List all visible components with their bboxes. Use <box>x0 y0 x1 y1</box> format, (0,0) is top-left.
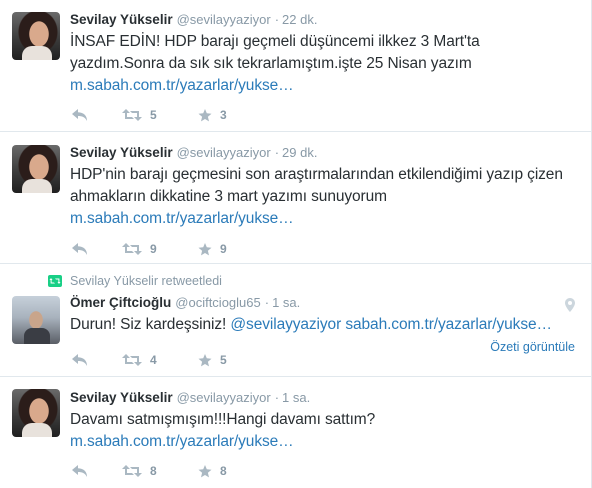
tweet-header: Sevilay Yükselir @sevilayyaziyor · 22 dk. <box>70 11 577 29</box>
tweet[interactable]: Sevilay Yükselir @sevilayyaziyor · 22 dk. İ… <box>0 0 591 132</box>
favorite-button[interactable]: 5 <box>198 351 227 369</box>
tweet-header: Sevilay Yükselir @sevilayyaziyor · 1 sa. <box>70 389 577 407</box>
timestamp[interactable]: 1 sa. <box>272 295 300 310</box>
star-icon <box>198 464 212 477</box>
tweet-header: Sevilay Yükselir @sevilayyaziyor · 29 dk. <box>70 144 577 162</box>
tweet-text-body: İNSAF EDİN! HDP barajı geçmeli düşüncemi… <box>70 33 480 72</box>
timestamp[interactable]: 29 dk. <box>282 145 317 160</box>
avatar[interactable] <box>12 12 60 60</box>
timestamp[interactable]: 22 dk. <box>282 12 317 27</box>
retweet-count: 4 <box>150 353 157 367</box>
avatar[interactable] <box>12 389 60 437</box>
reply-icon <box>72 354 87 366</box>
star-icon <box>198 242 212 255</box>
username[interactable]: @sevilayyaziyor <box>177 390 271 405</box>
separator: · <box>274 145 280 160</box>
tweet-text: Durun! Siz kardeşsiniz! @sevilayyaziyor … <box>70 314 577 336</box>
tweet[interactable]: Sevilay Yükselir retweetledi Ömer Çiftci… <box>0 264 591 377</box>
tweet-link[interactable]: m.sabah.com.tr/yazarlar/yukse… <box>70 433 294 450</box>
favorite-count: 5 <box>220 353 227 367</box>
tweet-text: HDP'nin barajı geçmesini son araştırmala… <box>70 164 577 230</box>
tweet[interactable]: Sevilay Yükselir @sevilayyaziyor · 1 sa. Da… <box>0 377 591 488</box>
tweet-header: Ömer Çiftcioğlu @ociftcioglu65 · 1 sa. <box>70 294 577 312</box>
favorite-button[interactable]: 9 <box>198 240 227 258</box>
username[interactable]: @sevilayyaziyor <box>177 12 271 27</box>
username[interactable]: @sevilayyaziyor <box>177 145 271 160</box>
reply-button[interactable] <box>72 351 88 369</box>
star-icon <box>198 108 212 121</box>
avatar[interactable] <box>12 296 60 344</box>
retweet-context-icon <box>48 275 62 287</box>
reply-button[interactable] <box>72 106 88 124</box>
retweet-button[interactable]: 4 <box>122 351 157 369</box>
favorite-count: 8 <box>220 464 227 478</box>
view-summary-link[interactable]: Özeti görüntüle <box>490 340 575 354</box>
username[interactable]: @ociftcioglu65 <box>175 295 260 310</box>
retweet-icon <box>122 109 142 121</box>
mention-link[interactable]: @sevilayyaziyor <box>230 316 341 333</box>
favorite-count: 3 <box>220 108 227 122</box>
separator: · <box>274 12 280 27</box>
retweet-icon <box>122 354 142 366</box>
separator: · <box>274 390 280 405</box>
fullname[interactable]: Ömer Çiftcioğlu <box>70 295 171 310</box>
tweet-text-body: HDP'nin barajı geçmesini son araştırmala… <box>70 166 563 205</box>
retweet-icon <box>122 465 142 477</box>
retweet-count: 5 <box>150 108 157 122</box>
tweet-text: İNSAF EDİN! HDP barajı geçmeli düşüncemi… <box>70 31 577 97</box>
retweet-button[interactable]: 5 <box>122 106 157 124</box>
retweet-button[interactable]: 8 <box>122 462 157 480</box>
tweet-text: Davamı satmışmışım!!!Hangi davamı sattım… <box>70 409 577 453</box>
fullname[interactable]: Sevilay Yükselir <box>70 145 173 160</box>
retweet-count: 8 <box>150 464 157 478</box>
fullname[interactable]: Sevilay Yükselir <box>70 12 173 27</box>
reply-icon <box>72 465 87 477</box>
favorite-count: 9 <box>220 242 227 256</box>
tweet-link[interactable]: sabah.com.tr/yazarlar/yukse… <box>345 316 552 333</box>
retweet-count: 9 <box>150 242 157 256</box>
timeline: Sevilay Yükselir @sevilayyaziyor · 22 dk. İ… <box>0 0 592 488</box>
reply-icon <box>72 243 87 255</box>
retweet-context[interactable]: Sevilay Yükselir retweetledi <box>70 274 222 288</box>
location-pin-icon[interactable] <box>565 298 575 312</box>
tweet-text-body: Davamı satmışmışım!!!Hangi davamı sattım… <box>70 411 376 428</box>
separator: · <box>264 295 270 310</box>
fullname[interactable]: Sevilay Yükselir <box>70 390 173 405</box>
avatar[interactable] <box>12 145 60 193</box>
retweet-icon <box>122 243 142 255</box>
favorite-button[interactable]: 8 <box>198 462 227 480</box>
timestamp[interactable]: 1 sa. <box>282 390 310 405</box>
tweet-text-body: Durun! Siz kardeşsiniz! <box>70 316 231 333</box>
star-icon <box>198 353 212 366</box>
tweet-link[interactable]: m.sabah.com.tr/yazarlar/yukse… <box>70 77 294 94</box>
retweet-button[interactable]: 9 <box>122 240 157 258</box>
tweet[interactable]: Sevilay Yükselir @sevilayyaziyor · 29 dk. H… <box>0 132 591 264</box>
reply-icon <box>72 109 87 121</box>
favorite-button[interactable]: 3 <box>198 106 227 124</box>
reply-button[interactable] <box>72 462 88 480</box>
tweet-link[interactable]: m.sabah.com.tr/yazarlar/yukse… <box>70 210 294 227</box>
reply-button[interactable] <box>72 240 88 258</box>
